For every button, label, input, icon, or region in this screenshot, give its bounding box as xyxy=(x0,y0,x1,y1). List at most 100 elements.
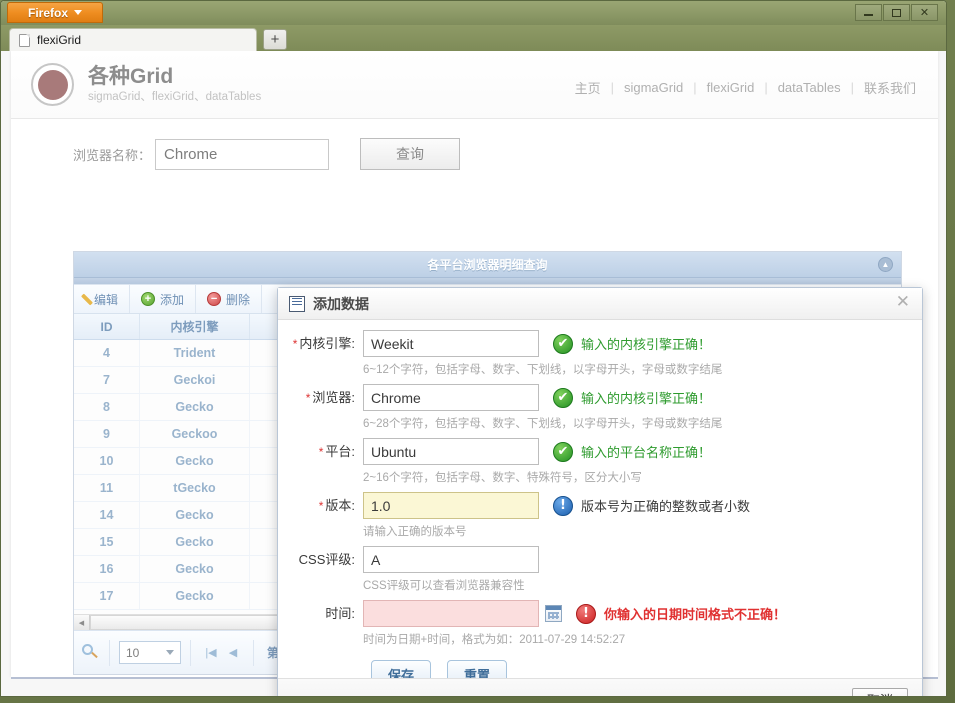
nav-separator: | xyxy=(764,80,768,95)
form-field-row: *浏览器:6~28个字符，包括字母、数字、下划线，以字母开头，字母或数字结尾✔输… xyxy=(278,384,922,438)
firefox-app-menu-label: Firefox xyxy=(27,5,68,20)
form-field-row: 时间: 时间为日期+时间，格式为如：2011-07-29 14:52:27! 你输入… xyxy=(278,600,922,654)
add-button[interactable]: + 添加 xyxy=(130,285,197,313)
pencil-icon xyxy=(80,292,94,306)
page-size-value: 10 xyxy=(126,645,140,660)
scroll-left-icon[interactable]: ◀ xyxy=(74,615,90,630)
nav-item-flexigrid[interactable]: flexiGrid xyxy=(707,80,755,95)
firefox-app-menu-button[interactable]: Firefox xyxy=(7,2,103,23)
cell-id: 16 xyxy=(74,556,140,582)
cell-id: 7 xyxy=(74,367,140,393)
check-circle-icon: ✔ xyxy=(553,333,573,354)
cell-engine: tGecko xyxy=(140,475,250,501)
validation-message-text: 输入的内核引擎正确！ xyxy=(581,337,712,352)
nav-item-home[interactable]: 主页 xyxy=(575,78,601,97)
nav-separator: | xyxy=(693,80,697,95)
cell-id: 10 xyxy=(74,448,140,474)
column-header-id[interactable]: ID xyxy=(74,314,140,339)
prev-page-button[interactable]: ◀ xyxy=(222,642,244,664)
cell-id: 17 xyxy=(74,583,140,609)
cell-id: 8 xyxy=(74,394,140,420)
field-label-text: CSS评级: xyxy=(298,552,355,567)
search-button[interactable]: 查询 xyxy=(360,138,461,170)
nav-separator: | xyxy=(850,80,854,95)
nav-item-datatables[interactable]: dataTables xyxy=(778,80,841,95)
search-input[interactable] xyxy=(155,138,330,170)
minimize-button[interactable] xyxy=(855,4,882,21)
magnifier-icon[interactable] xyxy=(82,643,100,662)
form-field-row: *版本:请输入正确的版本号!版本号为正确的整数或者小数 xyxy=(278,492,922,546)
field-label-text: 版本: xyxy=(325,498,355,513)
site-header: 各种Grid sigmaGrid、flexiGrid、dataTables 主页… xyxy=(11,51,938,119)
new-tab-button[interactable]: + xyxy=(263,29,287,50)
field-label-text: 时间: xyxy=(325,606,355,621)
validation-message-text: 输入的平台名称正确！ xyxy=(581,445,712,460)
cell-engine: Geckoo xyxy=(140,421,250,447)
validation-message-text: 版本号为正确的整数或者小数 xyxy=(581,499,751,514)
cell-engine: Trident xyxy=(140,340,250,366)
dialog-body: *内核引擎:6~12个字符，包括字母、数字、下划线，以字母开头，字母或数字结尾✔… xyxy=(278,320,922,688)
cell-id: 9 xyxy=(74,421,140,447)
field-label-text: 平台: xyxy=(325,444,355,459)
cell-engine: Gecko xyxy=(140,583,250,609)
field-input[interactable] xyxy=(363,600,539,627)
first-page-button[interactable]: |◀ xyxy=(200,642,222,664)
search-label: 浏览器名称： xyxy=(73,147,152,163)
field-hint: 请输入正确的版本号 xyxy=(363,526,467,538)
nav-item-contact[interactable]: 联系我们 xyxy=(864,78,916,97)
required-asterisk: * xyxy=(305,391,311,405)
site-navigation: 主页 | sigmaGrid | flexiGrid | dataTables … xyxy=(575,78,916,97)
field-input[interactable] xyxy=(363,330,539,357)
dialog-form: *内核引擎:6~12个字符，包括字母、数字、下划线，以字母开头，字母或数字结尾✔… xyxy=(278,330,922,654)
edit-button[interactable]: 编辑 xyxy=(74,285,131,313)
field-hint: 2~16个字符，包括字母、数字、特殊符号，区分大小写 xyxy=(363,472,642,484)
nav-item-sigmagrid[interactable]: sigmaGrid xyxy=(624,80,683,95)
form-window-icon xyxy=(289,295,305,312)
dialog-close-icon[interactable]: ✕ xyxy=(896,294,910,311)
field-label: * 浏览器: xyxy=(278,384,363,412)
window-titlebar: Firefox ✕ xyxy=(1,1,946,25)
pager-divider xyxy=(253,639,254,666)
field-label: 时间: xyxy=(278,600,363,628)
minus-circle-icon: − xyxy=(207,292,222,306)
page-size-select[interactable]: 10 xyxy=(119,641,181,664)
field-input[interactable] xyxy=(363,492,539,519)
maximize-button[interactable] xyxy=(883,4,910,21)
close-button[interactable]: ✕ xyxy=(911,4,938,21)
desktop-background: Firefox ✕ flexiGrid + 各种Grid sigmaGrid、f… xyxy=(0,0,955,703)
cell-engine: Gecko xyxy=(140,529,250,555)
field-input[interactable] xyxy=(363,438,539,465)
cancel-button[interactable]: 取消 xyxy=(852,687,908,696)
add-data-dialog: 添加数据 ✕ *内核引擎:6~12个字符，包括字母、数字、下划线，以字母开头，字… xyxy=(277,287,923,696)
delete-button[interactable]: − 删除 xyxy=(196,285,263,313)
nav-separator: | xyxy=(610,80,614,95)
field-hint: 6~28个字符，包括字母、数字、下划线，以字母开头，字母或数字结尾 xyxy=(363,418,723,430)
cell-id: 14 xyxy=(74,502,140,528)
validation-message-text: 输入的内核引擎正确！ xyxy=(581,391,712,406)
page-icon xyxy=(19,33,30,47)
column-header-engine[interactable]: 内核引擎 xyxy=(140,314,250,339)
dialog-titlebar[interactable]: 添加数据 ✕ xyxy=(278,288,922,320)
field-label-text: 浏览器: xyxy=(312,390,355,405)
search-bar: 浏览器名称： 查询 xyxy=(11,119,938,189)
grid-titlebar: 各平台浏览器明细查询 ▲ xyxy=(74,252,901,278)
cell-id: 15 xyxy=(74,529,140,555)
field-input[interactable] xyxy=(363,384,539,411)
field-input[interactable] xyxy=(363,546,539,573)
dialog-title: 添加数据 xyxy=(313,295,369,312)
form-field-row: *内核引擎:6~12个字符，包括字母、数字、下划线，以字母开头，字母或数字结尾✔… xyxy=(278,330,922,384)
tab-flexigrid[interactable]: flexiGrid xyxy=(9,28,257,51)
cell-id: 11 xyxy=(74,475,140,501)
chevron-down-icon xyxy=(166,650,174,655)
delete-button-label: 删除 xyxy=(226,292,251,307)
validation-message: ✔ 输入的内核引擎正确！ xyxy=(539,330,711,357)
cell-engine: Gecko xyxy=(140,394,250,420)
calendar-icon[interactable] xyxy=(545,605,562,622)
field-label: * 版本: xyxy=(278,492,363,520)
form-field-row: CSS评级: CSS评级可以查看浏览器兼容性 xyxy=(278,546,922,600)
page-viewport: 各种Grid sigmaGrid、flexiGrid、dataTables 主页… xyxy=(1,51,946,696)
error-circle-icon: ! xyxy=(576,603,596,624)
field-hint: CSS评级可以查看浏览器兼容性 xyxy=(363,580,525,592)
collapse-icon[interactable]: ▲ xyxy=(878,257,893,272)
minimize-icon xyxy=(864,14,873,16)
